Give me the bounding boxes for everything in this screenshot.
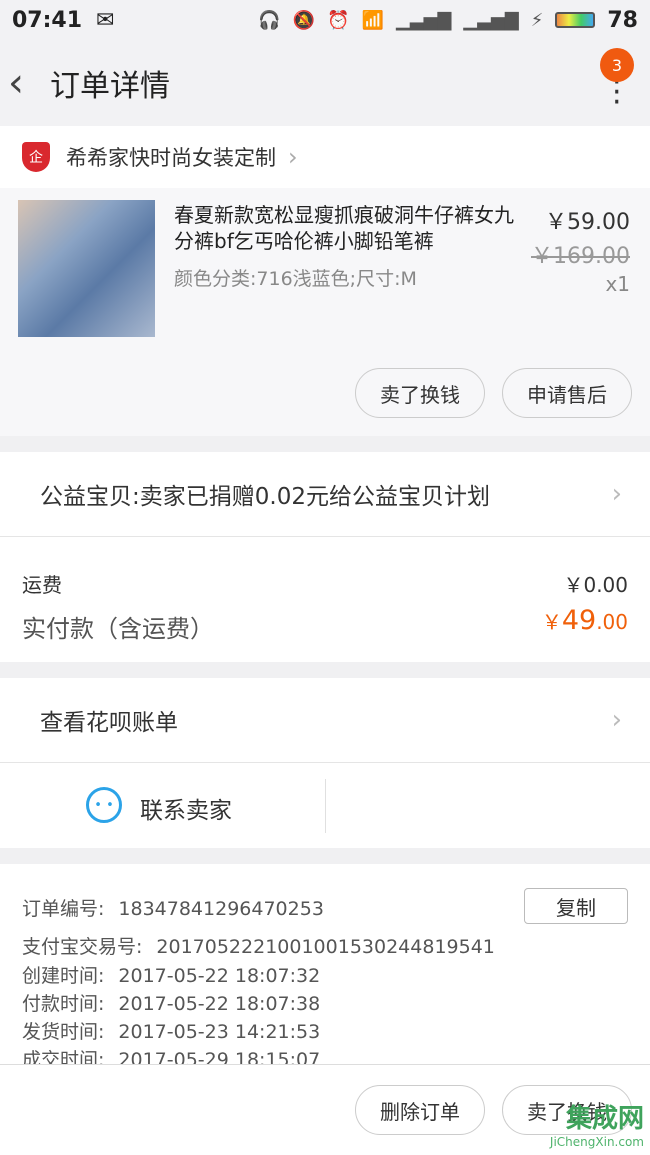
created-label: 创建时间: bbox=[22, 965, 105, 987]
product-spec: 颜色分类:716浅蓝色;尺寸:M bbox=[174, 268, 417, 290]
status-icons: 🎧 🔕 ⏰ 📶 ▁▃▅▇ ▁▃▅▇ ⚡ 78 bbox=[258, 8, 638, 33]
paid-label: 实付款（含运费） bbox=[22, 615, 214, 643]
signal-3g-icon: ▁▃▅▇ bbox=[463, 9, 519, 31]
contact-seller-button[interactable]: 联系卖家 bbox=[140, 791, 232, 825]
created-time: 2017-05-22 18:07:32 bbox=[118, 965, 321, 987]
mute-icon: 🔕 bbox=[292, 9, 316, 31]
product-title: 春夏新款宽松显瘦抓痕破洞牛仔裤女九分裤bf乞丐哈伦裤小脚铅笔裤 bbox=[174, 203, 514, 253]
status-time: 07:41 bbox=[12, 7, 83, 33]
footer-bar: 删除订单 卖了换钱 集成网 JiChengXin.com bbox=[0, 1064, 650, 1155]
order-number: 18347841296470253 bbox=[118, 898, 324, 920]
watermark-brand: 集成网 bbox=[565, 1104, 644, 1134]
alipay-line: 支付宝交易号: 2017052221001001530244819541 bbox=[22, 932, 495, 959]
wifi-icon: 📶 bbox=[361, 9, 384, 31]
contact-seller-row: • • 联系卖家 bbox=[0, 762, 650, 848]
sell-button[interactable]: 卖了换钱 bbox=[355, 368, 485, 418]
delete-order-button[interactable]: 删除订单 bbox=[355, 1085, 485, 1135]
shipped-time: 2017-05-23 14:21:53 bbox=[118, 1021, 321, 1043]
alipay-number: 2017052221001001530244819541 bbox=[156, 936, 495, 958]
product-item[interactable]: 春夏新款宽松显瘦抓痕破洞牛仔裤女九分裤bf乞丐哈伦裤小脚铅笔裤 颜色分类:716… bbox=[0, 188, 650, 436]
order-info: 订单编号: 18347841296470253 复制 支付宝交易号: 2017052… bbox=[0, 864, 650, 1071]
shipped-line: 发货时间: 2017-05-23 14:21:53 bbox=[22, 1017, 320, 1044]
chevron-right-icon: › bbox=[611, 705, 622, 735]
shipping-label: 运费 bbox=[22, 573, 62, 597]
more-menu-button[interactable]: · · · bbox=[612, 68, 622, 118]
shop-name: 希希家快时尚女装定制 bbox=[66, 146, 276, 170]
battery-level: 78 bbox=[607, 7, 638, 33]
divider bbox=[325, 779, 326, 833]
copy-button[interactable]: 复制 bbox=[524, 888, 628, 924]
paid-dec: .00 bbox=[596, 610, 628, 634]
paid-time-label: 付款时间: bbox=[22, 993, 105, 1015]
paid-int: 49 bbox=[561, 605, 597, 636]
watermark: 集成网 JiChengXin.com bbox=[550, 1098, 644, 1149]
chevron-right-icon: › bbox=[611, 479, 622, 509]
order-number-line: 订单编号: 18347841296470253 bbox=[22, 894, 324, 921]
status-bar: 07:41 ✉ 🎧 🔕 ⏰ 📶 ▁▃▅▇ ▁▃▅▇ ⚡ 78 bbox=[0, 0, 650, 40]
product-thumbnail[interactable] bbox=[18, 200, 155, 337]
nav-bar: ‹ 订单详情 · · · 3 bbox=[0, 40, 650, 126]
paid-line: 付款时间: 2017-05-22 18:07:38 bbox=[22, 989, 320, 1016]
fee-summary: 运费 ￥0.00 实付款（含运费） ￥49.00 bbox=[0, 536, 650, 662]
signal-icon: ▁▃▅▇ bbox=[395, 9, 452, 31]
enterprise-shield-icon: 企 bbox=[22, 142, 50, 172]
battery-icon bbox=[555, 12, 596, 28]
product-quantity: x1 bbox=[605, 272, 630, 296]
huabei-text: 查看花呗账单 bbox=[40, 710, 178, 736]
charging-icon: ⚡ bbox=[530, 9, 544, 31]
headphone-icon: 🎧 bbox=[258, 9, 281, 31]
alarm-icon: ⏰ bbox=[327, 9, 350, 31]
shipped-label: 发货时间: bbox=[22, 1021, 105, 1043]
notification-badge: 3 bbox=[600, 48, 634, 82]
chat-face-icon[interactable]: • • bbox=[86, 787, 122, 823]
order-number-label: 订单编号: bbox=[22, 898, 105, 920]
message-icon: ✉ bbox=[96, 7, 115, 33]
charity-text: 公益宝贝:卖家已捐赠0.02元给公益宝贝计划 bbox=[40, 484, 490, 510]
huabei-row[interactable]: 查看花呗账单 › bbox=[0, 678, 650, 762]
paid-time: 2017-05-22 18:07:38 bbox=[118, 993, 321, 1015]
shop-row[interactable]: 企 希希家快时尚女装定制 › bbox=[0, 126, 650, 188]
charity-row[interactable]: 公益宝贝:卖家已捐赠0.02元给公益宝贝计划 › bbox=[0, 452, 650, 536]
after-sale-button[interactable]: 申请售后 bbox=[502, 368, 632, 418]
back-button[interactable]: ‹ bbox=[8, 60, 44, 106]
alipay-label: 支付宝交易号: bbox=[22, 936, 143, 958]
created-line: 创建时间: 2017-05-22 18:07:32 bbox=[22, 961, 320, 988]
page-title: 订单详情 bbox=[50, 69, 170, 104]
product-price: ￥59.00 bbox=[545, 210, 630, 235]
paid-amount: ￥49.00 bbox=[542, 605, 628, 636]
product-original-price: ￥169.00 bbox=[531, 244, 630, 269]
paid-currency: ￥ bbox=[541, 610, 562, 634]
watermark-url: JiChengXin.com bbox=[549, 1135, 644, 1149]
shipping-value: ￥0.00 bbox=[563, 573, 628, 597]
chevron-right-icon: › bbox=[288, 143, 298, 171]
